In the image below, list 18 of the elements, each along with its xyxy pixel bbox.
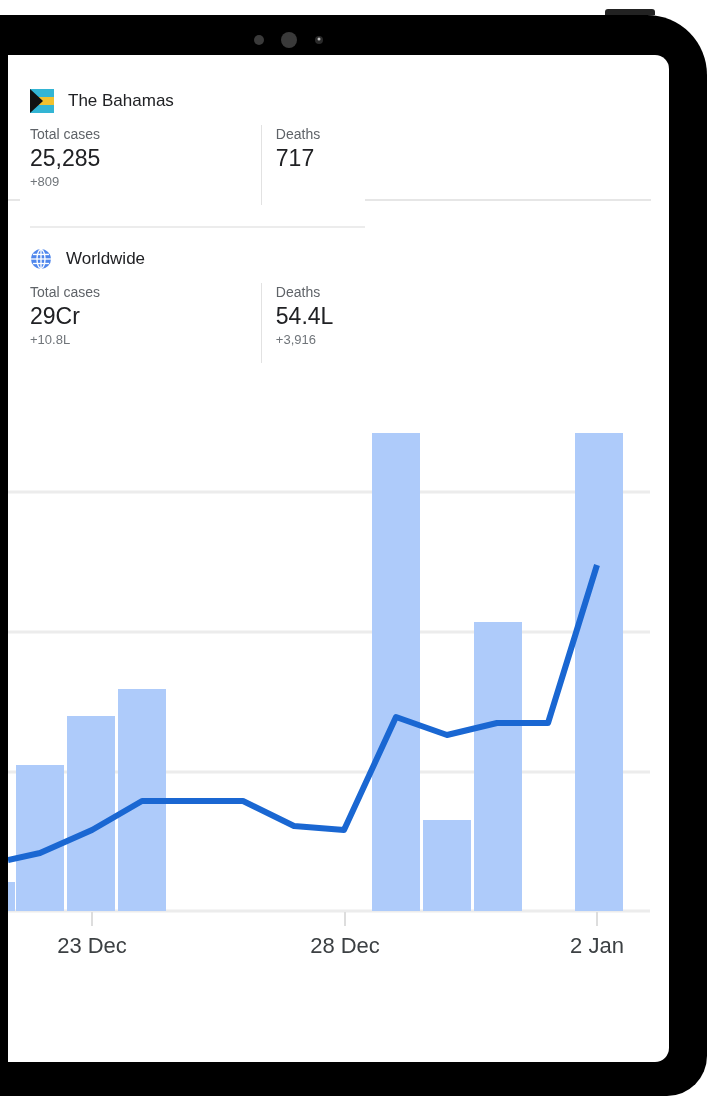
stat-label: Total cases bbox=[30, 125, 102, 143]
stat-change: +3,916 bbox=[275, 331, 317, 349]
stat-change: +809 bbox=[30, 173, 61, 191]
stat-label: Deaths bbox=[275, 283, 322, 301]
axis-label: 28 Dec bbox=[310, 933, 380, 958]
stat-label: Total cases bbox=[30, 283, 102, 301]
axis-label: 2 Jan bbox=[570, 933, 624, 958]
region-name: The Bahamas bbox=[68, 91, 174, 111]
stat-label: Deaths bbox=[275, 125, 322, 143]
stat-value: 54.4L bbox=[275, 302, 335, 331]
stat-value: 25,285 bbox=[30, 144, 102, 173]
axis-label: 23 Dec bbox=[57, 933, 127, 958]
stat-change: +10.8L bbox=[30, 331, 72, 349]
region-name: Worldwide bbox=[66, 249, 146, 269]
flag-icon bbox=[30, 89, 54, 113]
globe-icon bbox=[30, 248, 52, 270]
stat-value: 29Cr bbox=[30, 302, 81, 331]
stat-value: 717 bbox=[275, 144, 316, 173]
